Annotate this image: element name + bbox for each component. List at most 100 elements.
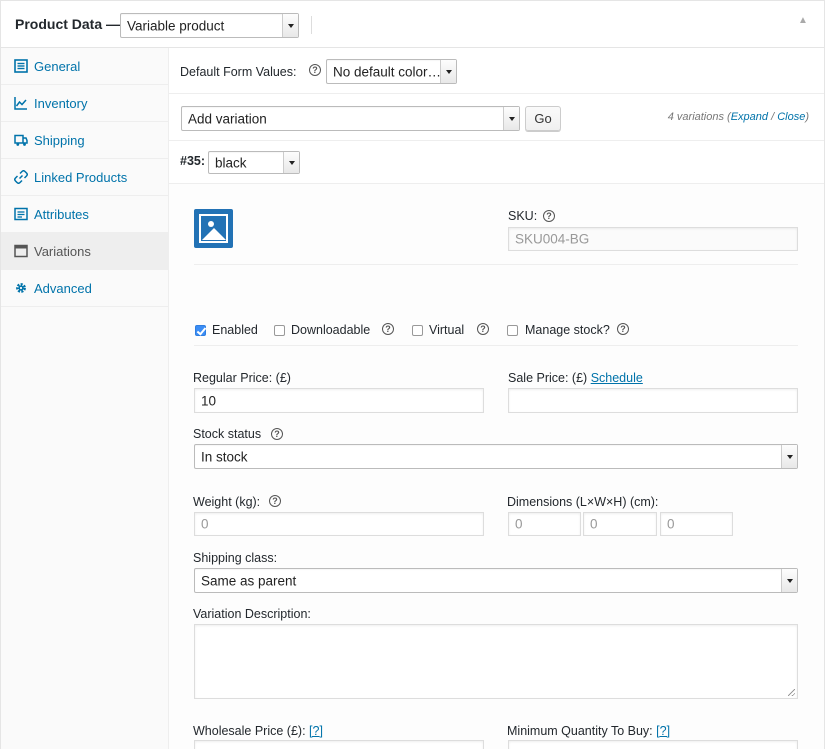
weight-input[interactable]: 0 xyxy=(194,512,484,536)
chevron-down-icon xyxy=(781,569,797,592)
sku-input[interactable]: SKU004-BG xyxy=(508,227,798,251)
min-qty-input[interactable] xyxy=(508,740,798,749)
help-icon[interactable]: ? xyxy=(269,495,281,507)
tab-advanced[interactable]: Advanced xyxy=(1,270,169,307)
shipping-class-label: Shipping class: xyxy=(193,551,278,565)
length-input[interactable]: 0 xyxy=(508,512,581,536)
help-icon[interactable]: ? xyxy=(382,323,394,335)
chevron-down-icon xyxy=(440,60,456,83)
divider xyxy=(194,345,798,346)
tab-advanced-label: Advanced xyxy=(34,281,92,296)
sale-price-label-wrap: Sale Price: (£) Schedule xyxy=(508,371,643,385)
help-icon[interactable]: ? xyxy=(309,64,321,76)
wholesale-price-label: Wholesale Price (£): xyxy=(193,724,306,738)
variation-actions-bar: Add variation Go 4 variations (Expand / … xyxy=(169,94,824,141)
wholesale-help-link[interactable]: [?] xyxy=(309,724,323,738)
virtual-label: Virtual xyxy=(429,323,465,337)
chevron-down-icon xyxy=(781,445,797,468)
tab-inventory[interactable]: Inventory xyxy=(1,85,169,122)
variation-action-select[interactable]: Add variation xyxy=(181,106,520,131)
image-placeholder-mountain xyxy=(202,228,226,240)
product-type-select[interactable]: Variable product xyxy=(120,13,299,38)
default-form-values-bar: Default Form Values: ? No default color… xyxy=(169,48,824,94)
chevron-down-icon xyxy=(282,14,298,37)
inventory-icon xyxy=(14,97,27,110)
general-icon xyxy=(14,59,28,73)
help-icon[interactable]: ? xyxy=(271,428,283,440)
width-placeholder: 0 xyxy=(590,516,598,532)
height-input[interactable]: 0 xyxy=(660,512,733,536)
variation-description-textarea[interactable] xyxy=(194,624,798,699)
tab-attributes[interactable]: Attributes xyxy=(1,196,169,233)
tab-linked-products[interactable]: Linked Products xyxy=(1,159,169,196)
variation-description-label: Variation Description: xyxy=(193,607,311,621)
go-button[interactable]: Go xyxy=(525,106,561,131)
sale-price-input[interactable] xyxy=(508,388,798,413)
chevron-down-icon xyxy=(503,107,519,130)
tab-shipping-label: Shipping xyxy=(34,133,85,148)
sku-label: SKU: xyxy=(508,209,538,223)
help-icon[interactable]: ? xyxy=(617,323,629,335)
tab-variations[interactable]: Variations xyxy=(1,233,169,270)
variation-image-upload[interactable] xyxy=(194,209,233,248)
default-color-select[interactable]: No default color… xyxy=(326,59,457,84)
variations-count-text: 4 variations ( xyxy=(667,111,731,123)
variations-count: 4 variations (Expand / Close) xyxy=(668,111,809,123)
manage-stock-checkbox[interactable] xyxy=(507,325,518,336)
variation-action-value: Add variation xyxy=(188,111,267,126)
variation-color-select[interactable]: black xyxy=(208,151,300,174)
virtual-checkbox[interactable] xyxy=(412,325,423,336)
tab-attributes-label: Attributes xyxy=(34,207,89,222)
product-type-value: Variable product xyxy=(127,18,225,33)
shipping-class-select[interactable]: Same as parent xyxy=(194,568,798,593)
chevron-down-icon xyxy=(283,152,299,173)
attributes-icon xyxy=(14,207,28,221)
link-icon xyxy=(14,170,28,184)
length-placeholder: 0 xyxy=(515,516,523,532)
sku-input-placeholder: SKU004-BG xyxy=(515,231,590,247)
tab-linked-products-label: Linked Products xyxy=(34,170,128,185)
wholesale-price-label-wrap: Wholesale Price (£): [?] xyxy=(193,724,323,738)
wholesale-price-input[interactable] xyxy=(194,740,484,749)
variations-panel: Default Form Values: ? No default color…… xyxy=(169,48,824,749)
divider xyxy=(194,264,798,265)
default-color-value: No default color… xyxy=(333,64,442,79)
variation-number: #35: xyxy=(180,154,206,168)
default-form-values-label: Default Form Values: xyxy=(180,65,297,79)
panel-title: Product Data — xyxy=(15,16,121,32)
min-qty-label-wrap: Minimum Quantity To Buy: [?] xyxy=(507,724,670,738)
width-input[interactable]: 0 xyxy=(583,512,657,536)
product-data-panel: Product Data — Variable product ▲ Genera… xyxy=(0,0,825,749)
variation-body: SKU: ? SKU004-BG Enabled Downloadable ? … xyxy=(169,184,824,749)
schedule-link[interactable]: Schedule xyxy=(591,371,643,385)
tab-general[interactable]: General xyxy=(1,48,169,85)
regular-price-input[interactable]: 10 xyxy=(194,388,484,413)
help-icon[interactable]: ? xyxy=(477,323,489,335)
shipping-class-value: Same as parent xyxy=(201,573,297,588)
stock-status-label: Stock status xyxy=(193,427,262,441)
shipping-icon xyxy=(14,134,28,146)
tab-variations-label: Variations xyxy=(34,244,91,259)
expand-link[interactable]: Expand xyxy=(731,111,768,123)
resize-handle-icon[interactable] xyxy=(788,689,795,696)
tab-general-label: General xyxy=(34,59,81,74)
enabled-checkbox[interactable] xyxy=(195,325,206,336)
min-qty-label: Minimum Quantity To Buy: xyxy=(507,724,653,738)
downloadable-checkbox[interactable] xyxy=(274,325,285,336)
header-divider xyxy=(311,16,312,34)
weight-label: Weight (kg): xyxy=(193,495,261,509)
triangle-up-icon[interactable]: ▲ xyxy=(798,15,808,26)
stock-status-select[interactable]: In stock xyxy=(194,444,798,469)
min-qty-help-link[interactable]: [?] xyxy=(656,724,670,738)
sale-price-label: Sale Price: (£) xyxy=(508,371,588,385)
variations-icon xyxy=(14,244,28,258)
image-placeholder-icon xyxy=(199,214,228,243)
variation-header[interactable]: #35: black xyxy=(169,141,824,184)
close-link[interactable]: Close xyxy=(777,111,805,123)
tab-shipping[interactable]: Shipping xyxy=(1,122,169,159)
regular-price-value: 10 xyxy=(201,393,217,408)
help-icon[interactable]: ? xyxy=(543,210,555,222)
gear-icon xyxy=(16,283,26,293)
regular-price-label: Regular Price: (£) xyxy=(193,371,291,385)
enabled-label: Enabled xyxy=(212,323,258,337)
